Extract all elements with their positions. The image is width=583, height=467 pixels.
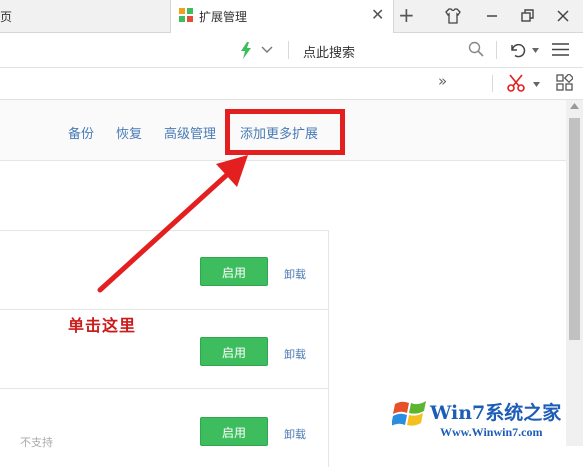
unsupported-note: 不支持 (20, 436, 53, 449)
new-tab-icon[interactable]: + (398, 4, 415, 26)
scroll-up-arrow-icon[interactable] (570, 103, 579, 109)
uninstall-link[interactable]: 卸载 (284, 426, 306, 442)
restore-link[interactable]: 恢复 (116, 123, 142, 142)
tab-title: 扩展管理 (199, 10, 248, 24)
shirt-skin-icon[interactable] (443, 6, 463, 26)
address-toolbar: 点此搜索 (0, 33, 583, 68)
watermark-url: Www.Winwin7.com (440, 425, 543, 439)
toolbar-divider (496, 41, 497, 59)
enable-button[interactable]: 启用 (200, 417, 268, 446)
restore-icon[interactable] (517, 6, 537, 26)
tab-previous[interactable]: 页 (0, 0, 171, 32)
speed-mode-bolt-icon[interactable] (240, 42, 252, 59)
toolbar-divider (492, 75, 493, 92)
close-window-icon[interactable] (553, 6, 573, 26)
undo-icon[interactable] (507, 40, 527, 60)
screenshot-scissors-icon[interactable] (507, 74, 525, 92)
uninstall-link[interactable]: 卸载 (284, 266, 306, 282)
search-icon[interactable] (468, 41, 484, 57)
tab-previous-label: 页 (0, 10, 13, 24)
advanced-manage-link[interactable]: 高级管理 (164, 123, 216, 142)
chevron-down-icon[interactable] (533, 82, 540, 87)
annotation-text: 单击这里 (68, 316, 137, 335)
more-bookmarks-button[interactable]: » (438, 72, 447, 90)
tab-strip: 页 扩展管理 ✕ + (0, 0, 583, 33)
search-input[interactable]: 点此搜索 (303, 42, 355, 61)
red-arrow-annotation (97, 155, 248, 293)
toolbar-divider (288, 41, 289, 59)
watermark-title: Win7系统之家 (430, 402, 562, 424)
apps-grid-icon[interactable] (556, 74, 573, 91)
extensions-icon (179, 8, 193, 22)
enable-button[interactable]: 启用 (200, 337, 268, 366)
tab-extension-manager[interactable]: 扩展管理 ✕ (171, 0, 394, 33)
highlight-box (225, 109, 345, 155)
extension-card: 启用 卸载 (0, 309, 329, 388)
chevron-down-icon[interactable] (261, 46, 273, 54)
chevron-down-icon[interactable] (532, 48, 539, 53)
close-tab-icon[interactable]: ✕ (371, 5, 384, 25)
bookmarks-bar: » (0, 68, 583, 100)
backup-link[interactable]: 备份 (68, 123, 94, 142)
uninstall-link[interactable]: 卸载 (284, 346, 306, 362)
menu-icon[interactable] (552, 42, 569, 57)
scrollbar-thumb[interactable] (569, 118, 580, 340)
extension-card: 启用 卸载 (0, 388, 329, 467)
windows-logo-icon (392, 401, 426, 426)
minimize-icon[interactable] (482, 6, 502, 26)
